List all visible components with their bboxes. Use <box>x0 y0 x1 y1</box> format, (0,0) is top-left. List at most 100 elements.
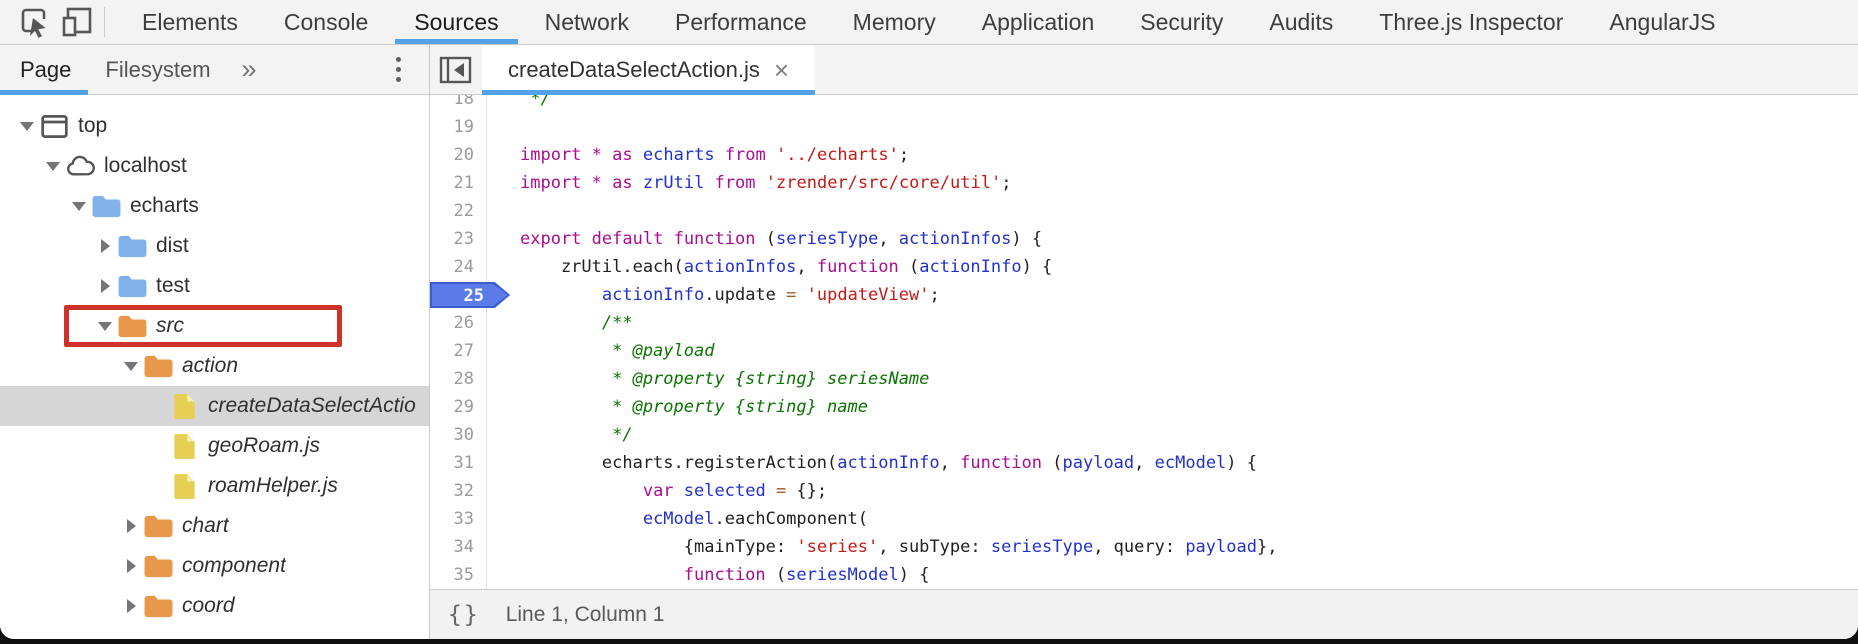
navigator-overflow-chevron-icon[interactable]: » <box>228 45 271 94</box>
folder-orange-icon <box>144 354 173 379</box>
line-number[interactable]: 26 <box>430 309 487 337</box>
code-editor: 18 */ 1920import * as echarts from '../ec… <box>430 95 1858 589</box>
file-icon <box>170 393 199 420</box>
panel-tab-performance[interactable]: Performance <box>652 0 830 44</box>
tree-item-label: action <box>182 354 238 378</box>
code-line-text <box>487 113 520 141</box>
tree-item-label: dist <box>156 234 189 258</box>
panel-tab-elements[interactable]: Elements <box>119 0 261 44</box>
line-number[interactable]: 31 <box>430 449 487 477</box>
chevron-down-icon[interactable] <box>92 322 118 331</box>
chevron-right-icon[interactable] <box>118 599 144 613</box>
navigator-menu-kebab-icon[interactable] <box>375 45 421 94</box>
panel-tab-angularjs[interactable]: AngularJS <box>1586 0 1738 44</box>
file-tab-createDataSelectAction[interactable]: createDataSelectAction.js × <box>482 45 815 94</box>
tree-item-label: createDataSelectActio <box>208 394 416 418</box>
panel-tab-application[interactable]: Application <box>959 0 1118 44</box>
line-number[interactable]: 34 <box>430 533 487 561</box>
code-line-text: var selected = {}; <box>487 477 827 505</box>
folder-orange-icon <box>144 554 173 579</box>
tree-item-test[interactable]: test <box>0 266 429 306</box>
code-line-22: 22 <box>430 197 1858 225</box>
folder-blue-icon <box>92 194 121 219</box>
tree-item-src[interactable]: src <box>0 306 429 346</box>
line-number[interactable]: 21 <box>430 169 487 197</box>
line-number[interactable]: 18 <box>430 95 487 113</box>
tab-close-icon[interactable]: × <box>774 57 789 83</box>
code-line-29: 29 * @property {string} name <box>430 393 1858 421</box>
folder-orange-icon <box>118 314 147 339</box>
panel-tab-memory[interactable]: Memory <box>830 0 959 44</box>
line-number[interactable]: 32 <box>430 477 487 505</box>
file-icon <box>170 473 199 500</box>
tree-item-label: chart <box>182 514 229 538</box>
line-number[interactable]: 35 <box>430 561 487 589</box>
code-line-text: export default function (seriesType, act… <box>487 225 1042 253</box>
chevron-right-icon[interactable] <box>118 559 144 573</box>
chevron-down-icon[interactable] <box>118 362 144 371</box>
line-number[interactable]: 24 <box>430 253 487 281</box>
chevron-right-icon[interactable] <box>92 279 118 293</box>
chevron-down-icon[interactable] <box>66 202 92 211</box>
tree-item-georoam-js[interactable]: geoRoam.js <box>0 426 429 466</box>
navigator-tab-page[interactable]: Page <box>0 45 88 94</box>
code-line-23: 23export default function (seriesType, a… <box>430 225 1858 253</box>
panel-tab-audits[interactable]: Audits <box>1246 0 1356 44</box>
panel-tab-sources[interactable]: Sources <box>391 0 521 44</box>
tree-item-echarts[interactable]: echarts <box>0 186 429 226</box>
panel-tab-security[interactable]: Security <box>1117 0 1246 44</box>
line-number[interactable]: 23 <box>430 225 487 253</box>
editor-tabbar: createDataSelectAction.js × <box>430 45 1858 95</box>
tree-item-chart[interactable]: chart <box>0 506 429 546</box>
navigator-tabbar: Page Filesystem » <box>0 45 429 95</box>
folder-blue-icon <box>118 234 147 259</box>
line-number[interactable]: 19 <box>430 113 487 141</box>
hide-navigator-icon[interactable] <box>430 45 482 94</box>
line-number[interactable]: 30 <box>430 421 487 449</box>
tree-item-component[interactable]: component <box>0 546 429 586</box>
inspect-cursor-icon[interactable] <box>14 2 56 42</box>
pretty-print-icon[interactable]: {} <box>448 602 480 628</box>
tree-item-label: localhost <box>104 154 187 178</box>
chevron-right-icon[interactable] <box>118 519 144 533</box>
code-line-text: */ <box>487 421 633 449</box>
panel-tab-three-js-inspector[interactable]: Three.js Inspector <box>1356 0 1586 44</box>
device-toolbar-icon[interactable] <box>56 2 98 42</box>
line-number[interactable]: 20 <box>430 141 487 169</box>
tree-item-label: test <box>156 274 190 298</box>
code-line-text: {mainType: 'series', subType: seriesType… <box>487 533 1277 561</box>
chevron-down-icon[interactable] <box>14 122 40 131</box>
chevron-down-icon[interactable] <box>40 162 66 171</box>
tree-item-coord[interactable]: coord <box>0 586 429 626</box>
code-line-text: import * as zrUtil from 'zrender/src/cor… <box>487 169 1011 197</box>
tree-item-label: geoRoam.js <box>208 434 320 458</box>
navigator-tab-filesystem[interactable]: Filesystem <box>88 45 227 94</box>
panel-tab-network[interactable]: Network <box>522 0 652 44</box>
code-viewport[interactable]: 18 */ 1920import * as echarts from '../ec… <box>430 95 1858 639</box>
breakpoint-marker[interactable]: 25 <box>430 282 510 308</box>
code-line-text: actionInfo.update = 'updateView'; <box>487 281 940 309</box>
code-line-text: /** <box>487 309 633 337</box>
line-number[interactable]: 29 <box>430 393 487 421</box>
folder-blue-icon <box>118 274 147 299</box>
line-number[interactable]: 25 <box>430 281 487 309</box>
code-line-20: 20import * as echarts from '../echarts'; <box>430 141 1858 169</box>
file-icon <box>170 433 199 460</box>
tree-item-roamhelper-js[interactable]: roamHelper.js <box>0 466 429 506</box>
line-number[interactable]: 22 <box>430 197 487 225</box>
chevron-right-icon[interactable] <box>92 239 118 253</box>
tree-item-localhost[interactable]: localhost <box>0 146 429 186</box>
line-number[interactable]: 27 <box>430 337 487 365</box>
tree-item-action[interactable]: action <box>0 346 429 386</box>
toolbar-icons <box>0 0 111 44</box>
tree-item-top[interactable]: top <box>0 106 429 146</box>
code-line-24: 24 zrUtil.each(actionInfos, function (ac… <box>430 253 1858 281</box>
code-line-text: * @property {string} seriesName <box>487 365 929 393</box>
panel-tab-console[interactable]: Console <box>261 0 391 44</box>
tree-item-dist[interactable]: dist <box>0 226 429 266</box>
tree-item-createdataselectactio[interactable]: createDataSelectActio <box>0 386 429 426</box>
line-number[interactable]: 33 <box>430 505 487 533</box>
code-line-text: function (seriesModel) { <box>487 561 929 589</box>
line-number[interactable]: 28 <box>430 365 487 393</box>
file-tree: top localhost echarts dist test src acti… <box>0 95 429 639</box>
